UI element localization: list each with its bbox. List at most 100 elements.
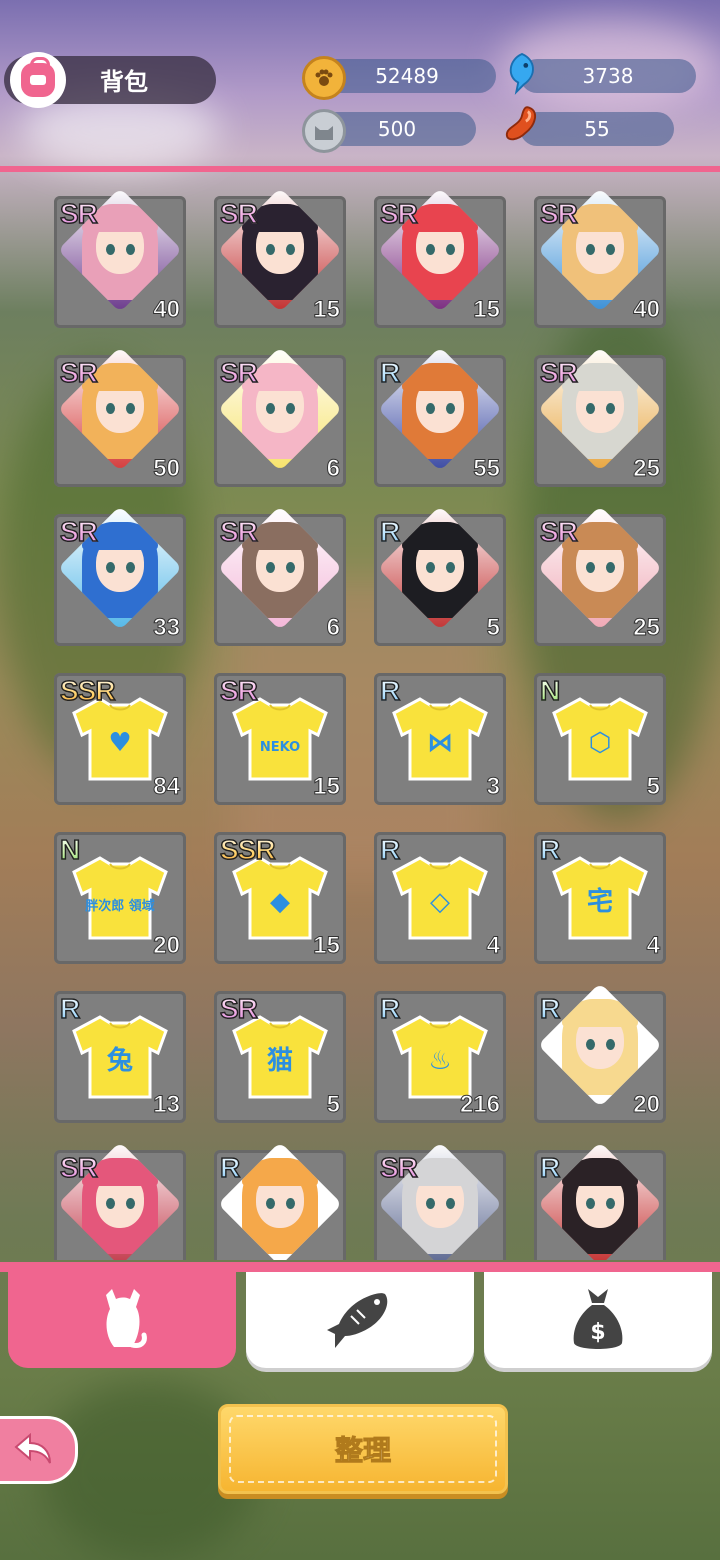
- inventory-item-character[interactable]: SR 40: [54, 187, 186, 328]
- tshirt-icon: 宅: [552, 856, 648, 940]
- svg-text:⬡: ⬡: [589, 728, 612, 758]
- svg-text:$: $: [590, 1320, 605, 1345]
- inventory-item-character[interactable]: SR 15: [214, 187, 346, 328]
- rarity-badge: SR: [379, 197, 418, 230]
- tshirt-icon: ♥: [72, 697, 168, 781]
- back-arrow-icon: [14, 1433, 51, 1464]
- rarity-badge: N: [539, 674, 561, 707]
- inventory-item-shirt[interactable]: ♨ R 216: [374, 991, 506, 1123]
- rarity-badge: R: [219, 1151, 241, 1184]
- inventory-item-character[interactable]: R: [214, 1141, 346, 1260]
- tab-fish[interactable]: [246, 1272, 474, 1368]
- sort-button[interactable]: 整理: [218, 1404, 508, 1494]
- item-count: 84: [153, 773, 181, 801]
- inventory-item-character[interactable]: SR: [54, 1141, 186, 1260]
- tshirt-icon: 胖次郎 領域: [72, 856, 168, 940]
- inventory-item-shirt[interactable]: ◇ R 4: [374, 832, 506, 964]
- item-count: 4: [646, 932, 660, 960]
- item-count: 25: [633, 614, 661, 642]
- sort-button-border: [229, 1415, 497, 1483]
- inventory-item-shirt[interactable]: 胖次郎 領域 N 20: [54, 832, 186, 964]
- inventory-item-character[interactable]: R: [534, 1141, 666, 1260]
- red-bean-icon: [503, 106, 541, 144]
- item-count: 40: [633, 296, 661, 324]
- resource-bean: 55: [520, 112, 674, 146]
- back-button[interactable]: [0, 1416, 78, 1484]
- page-title: 背包: [100, 68, 148, 96]
- tab-cat[interactable]: [8, 1272, 236, 1368]
- rarity-badge: R: [379, 992, 401, 1025]
- tab-bar-top-border: [0, 1262, 720, 1272]
- backpack-icon: [21, 57, 55, 97]
- svg-text:猫: 猫: [267, 1046, 293, 1076]
- rarity-badge: R: [379, 674, 401, 707]
- inventory-item-shirt[interactable]: 猫 SR 5: [214, 991, 346, 1123]
- inventory-item-character[interactable]: SR 6: [214, 346, 346, 487]
- item-count: 3: [486, 773, 500, 801]
- svg-text:♥: ♥: [108, 728, 131, 758]
- inventory-item-character[interactable]: SR 25: [534, 346, 666, 487]
- fish-icon: [327, 1293, 388, 1348]
- tshirt-icon: ♨: [392, 1015, 488, 1099]
- resource-value: 500: [377, 117, 417, 141]
- item-count: 33: [153, 614, 181, 642]
- resource-blue-fish: 3738: [520, 59, 696, 93]
- item-count: 15: [313, 296, 341, 324]
- inventory-item-character[interactable]: SR: [374, 1141, 506, 1260]
- item-count: 15: [313, 773, 341, 801]
- rarity-badge: SR: [219, 674, 258, 707]
- svg-text:⋈: ⋈: [427, 728, 453, 758]
- item-count: 20: [633, 1091, 661, 1119]
- rarity-badge: R: [379, 515, 401, 548]
- silver-cat-coin-icon: [302, 109, 346, 153]
- svg-text:胖次郎 領域: 胖次郎 領域: [84, 898, 155, 914]
- inventory-item-character[interactable]: SR 6: [214, 505, 346, 646]
- svg-text:◇: ◇: [430, 887, 450, 917]
- inventory-item-shirt[interactable]: ♥ SSR 84: [54, 673, 186, 805]
- inventory-item-character[interactable]: R 55: [374, 346, 506, 487]
- tshirt-icon: ⋈: [392, 697, 488, 781]
- inventory-item-character[interactable]: R5: [374, 505, 506, 646]
- svg-text:♨: ♨: [428, 1046, 451, 1076]
- resource-value: 52489: [375, 64, 439, 88]
- tshirt-icon: 猫: [232, 1015, 328, 1099]
- inventory-item-shirt[interactable]: 宅R 4: [534, 832, 666, 964]
- rarity-badge: R: [379, 356, 401, 389]
- rarity-badge: SR: [59, 197, 98, 230]
- money-bag-icon: $: [573, 1289, 623, 1349]
- inventory-grid: SR 40 SR 15 SR 15 SR 40 SR 50 SR 6 R 55 SR 25 SR 33 SR 6 R 5 S…: [0, 172, 720, 1260]
- inventory-item-character[interactable]: SR 40: [534, 187, 666, 328]
- rarity-badge: SR: [219, 515, 258, 548]
- rarity-badge: SR: [59, 515, 98, 548]
- inventory-item-character[interactable]: SR 15: [374, 187, 506, 328]
- item-count: 55: [473, 455, 501, 483]
- item-count: 15: [313, 932, 341, 960]
- rarity-badge: R: [539, 1151, 561, 1184]
- inventory-item-shirt[interactable]: ◆ SSR 15: [214, 832, 346, 964]
- rarity-badge: SR: [539, 515, 578, 548]
- inventory-item-shirt[interactable]: ⋈ R 3: [374, 673, 506, 805]
- rarity-badge: SR: [59, 356, 98, 389]
- blue-fish-icon: [503, 52, 541, 95]
- inventory-item-character[interactable]: SR 50: [54, 346, 186, 487]
- resource-value: 3738: [582, 64, 634, 88]
- inventory-item-shirt[interactable]: 兔 R 13: [54, 991, 186, 1123]
- item-count: 20: [153, 932, 181, 960]
- rarity-badge: SR: [219, 992, 258, 1025]
- item-count: 6: [326, 614, 340, 642]
- category-tab-bar: $: [0, 1262, 720, 1374]
- inventory-item-shirt[interactable]: NEKO SR 15: [214, 673, 346, 805]
- inventory-item-character[interactable]: SR 25: [534, 505, 666, 646]
- tab-money[interactable]: $: [484, 1272, 712, 1368]
- inventory-item-shirt[interactable]: ⬡ N 5: [534, 673, 666, 805]
- tshirt-icon: ◆: [232, 856, 328, 940]
- rarity-badge: SSR: [59, 674, 116, 707]
- rarity-badge: SSR: [219, 833, 276, 866]
- tshirt-icon: ⬡: [552, 697, 648, 781]
- rarity-badge: SR: [539, 197, 578, 230]
- inventory-item-character[interactable]: SR 33: [54, 505, 186, 646]
- rarity-badge: SR: [379, 1151, 418, 1184]
- inventory-item-character[interactable]: R 20: [534, 982, 666, 1123]
- item-count: 5: [646, 773, 660, 801]
- item-count: 216: [459, 1091, 500, 1119]
